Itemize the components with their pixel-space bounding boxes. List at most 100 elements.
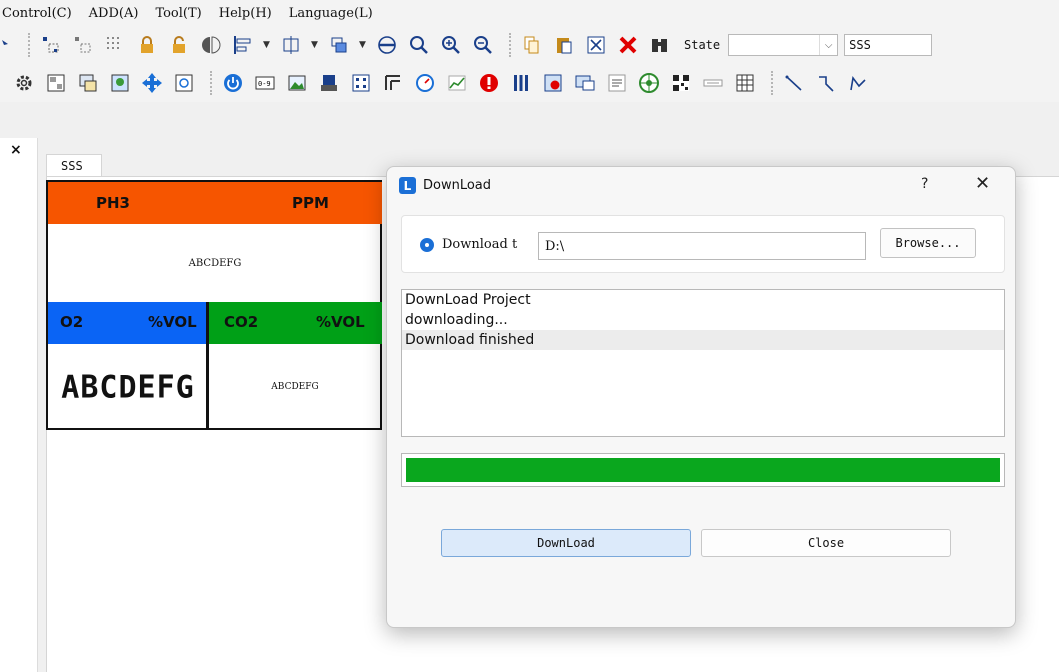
ppm-label: PPM bbox=[292, 194, 329, 212]
record-icon[interactable] bbox=[541, 71, 565, 95]
svg-text:0-9: 0-9 bbox=[258, 80, 271, 88]
align-center-icon[interactable] bbox=[279, 33, 303, 57]
flip-icon[interactable] bbox=[199, 33, 223, 57]
chevron-down-icon[interactable]: ⌵ bbox=[819, 35, 837, 55]
ph3-label: PH3 bbox=[96, 194, 130, 212]
toolbar-grip[interactable] bbox=[509, 33, 512, 57]
zoom-fit-icon[interactable] bbox=[407, 33, 431, 57]
o2-unit-label: %VOL bbox=[148, 313, 197, 331]
move-icon[interactable] bbox=[140, 71, 164, 95]
menu-language[interactable]: Language(L) bbox=[289, 6, 373, 21]
left-panel bbox=[0, 138, 38, 672]
o2-header[interactable]: O2 %VOL bbox=[48, 302, 208, 344]
app-logo-icon: L bbox=[399, 177, 416, 194]
copy-icon[interactable] bbox=[520, 33, 544, 57]
toolbar-grip[interactable] bbox=[28, 33, 31, 57]
toolbar-grip[interactable] bbox=[771, 71, 774, 95]
screen-icon[interactable] bbox=[44, 71, 68, 95]
power-icon[interactable] bbox=[221, 71, 245, 95]
textbox-icon[interactable] bbox=[605, 71, 629, 95]
o2-label: O2 bbox=[60, 313, 84, 331]
curve-icon[interactable] bbox=[846, 71, 870, 95]
unlock-icon[interactable] bbox=[167, 33, 191, 57]
download-dialog: L DownLoad ? ✕ Download t D:\ Browse... … bbox=[386, 166, 1016, 628]
menu-bar: Control(C) ADD(A) Tool(T) Help(H) Langua… bbox=[0, 0, 1059, 26]
help-button[interactable]: ? bbox=[921, 176, 928, 192]
co2-label: CO2 bbox=[224, 313, 259, 331]
gauge-icon[interactable] bbox=[413, 71, 437, 95]
download-target-group: Download t D:\ Browse... bbox=[401, 215, 1005, 273]
zoom-in-icon[interactable] bbox=[439, 33, 463, 57]
screen-name-field[interactable]: SSS bbox=[844, 34, 933, 56]
menu-control[interactable]: Control(C) bbox=[2, 6, 72, 21]
line-icon[interactable] bbox=[782, 71, 806, 95]
message-icon[interactable] bbox=[573, 71, 597, 95]
paste-icon[interactable] bbox=[552, 33, 576, 57]
dialog-title: DownLoad bbox=[423, 178, 492, 193]
menu-tool[interactable]: Tool(T) bbox=[155, 6, 201, 21]
layer-dropdown-arrow[interactable]: ▼ bbox=[359, 40, 367, 50]
trend-icon[interactable] bbox=[445, 71, 469, 95]
gif-icon[interactable] bbox=[317, 71, 341, 95]
qrcode-icon[interactable] bbox=[669, 71, 693, 95]
co2-header[interactable]: CO2 %VOL bbox=[208, 302, 382, 344]
table-icon[interactable] bbox=[733, 71, 757, 95]
download-path-input[interactable]: D:\ bbox=[538, 232, 866, 260]
alarm-icon[interactable] bbox=[477, 71, 501, 95]
lock-icon[interactable] bbox=[135, 33, 159, 57]
wheel-icon[interactable] bbox=[637, 71, 661, 95]
dataset-icon[interactable] bbox=[76, 71, 100, 95]
menu-help[interactable]: Help(H) bbox=[219, 6, 272, 21]
bars-icon[interactable] bbox=[509, 71, 533, 95]
state-combobox[interactable]: ⌵ bbox=[728, 34, 839, 56]
ph3-value-text[interactable]: ABCDEFG bbox=[48, 224, 382, 302]
list-item[interactable]: Download finished bbox=[402, 330, 1004, 350]
delete-icon[interactable] bbox=[616, 33, 640, 57]
dialog-close-button[interactable]: ✕ bbox=[975, 173, 990, 194]
toolbar-components: 0-9 bbox=[0, 64, 1059, 102]
zoom-out-icon[interactable] bbox=[471, 33, 495, 57]
tab-sss[interactable]: SSS bbox=[46, 154, 102, 176]
picture-icon[interactable] bbox=[108, 71, 132, 95]
polyline-icon[interactable] bbox=[814, 71, 838, 95]
layer-icon[interactable] bbox=[327, 33, 351, 57]
toolbar-grip[interactable] bbox=[210, 71, 213, 95]
pointer-icon[interactable] bbox=[0, 33, 10, 57]
keypad-icon[interactable] bbox=[349, 71, 373, 95]
ph3-header[interactable]: PH3 PPM bbox=[48, 182, 382, 224]
center-dropdown-arrow[interactable]: ▼ bbox=[311, 40, 319, 50]
list-item[interactable]: downloading... bbox=[402, 310, 1004, 330]
dialog-title-bar[interactable]: L DownLoad ? ✕ bbox=[387, 167, 1015, 207]
list-item[interactable]: DownLoad Project bbox=[402, 290, 1004, 310]
align-left-icon[interactable] bbox=[231, 33, 255, 57]
state-label: State bbox=[684, 38, 721, 52]
o2-segment-display[interactable]: ABCDEFG bbox=[48, 342, 208, 432]
line-style-icon[interactable] bbox=[375, 33, 399, 57]
close-button[interactable]: Close bbox=[701, 529, 951, 557]
progress-fill bbox=[406, 458, 1000, 482]
close-icon[interactable]: × bbox=[10, 142, 22, 158]
switch-icon[interactable] bbox=[381, 71, 405, 95]
cut-icon[interactable] bbox=[584, 33, 608, 57]
group-icon[interactable] bbox=[39, 33, 63, 57]
co2-unit-label: %VOL bbox=[316, 313, 365, 331]
browse-button[interactable]: Browse... bbox=[880, 228, 976, 258]
number-icon[interactable]: 0-9 bbox=[253, 71, 277, 95]
align-dropdown-arrow[interactable]: ▼ bbox=[263, 40, 271, 50]
ungroup-icon[interactable] bbox=[71, 33, 95, 57]
find-icon[interactable] bbox=[648, 33, 672, 57]
co2-value-text[interactable]: ABCDEFG bbox=[208, 344, 382, 430]
image-icon[interactable] bbox=[285, 71, 309, 95]
download-target-radio[interactable] bbox=[420, 238, 434, 252]
grid-icon[interactable] bbox=[103, 33, 127, 57]
download-progress-bar bbox=[401, 453, 1005, 487]
download-log-list[interactable]: DownLoad Project downloading... Download… bbox=[401, 289, 1005, 437]
download-target-label[interactable]: Download t bbox=[442, 237, 517, 252]
at-icon[interactable] bbox=[172, 71, 196, 95]
menu-add[interactable]: ADD(A) bbox=[89, 6, 139, 21]
slider-icon[interactable] bbox=[701, 71, 725, 95]
toolbar-edit: ▼ ▼ ▼ State ⌵ SSS bbox=[0, 26, 1059, 64]
settings-icon[interactable] bbox=[12, 71, 36, 95]
hmi-panel[interactable]: PH3 PPM ABCDEFG O2 %VOL CO2 %VOL ABCDEFG… bbox=[46, 180, 382, 430]
download-button[interactable]: DownLoad bbox=[441, 529, 691, 557]
